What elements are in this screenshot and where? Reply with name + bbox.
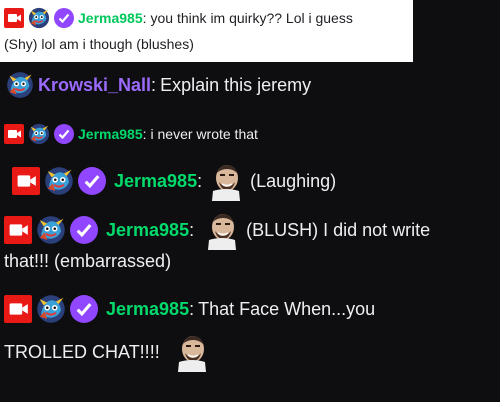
- message-text: you think im quirky?? Lol i guess: [150, 10, 353, 26]
- separator: :: [197, 170, 203, 191]
- chat-message-4: Jerma985 : (Laughing): [0, 155, 500, 207]
- message-text-continued: TROLLED CHAT!!!!: [4, 341, 160, 362]
- subscriber-badge-icon[interactable]: [28, 123, 50, 145]
- subscriber-badge-icon[interactable]: [28, 7, 50, 29]
- username[interactable]: Jerma985: [78, 10, 143, 26]
- camera-badge-icon[interactable]: [4, 8, 24, 28]
- chat-message-5: Jerma985 : (BLUSH) I did not write that!…: [0, 205, 500, 285]
- username[interactable]: Krowski_Nall: [38, 75, 151, 96]
- verified-badge-icon[interactable]: [78, 167, 106, 195]
- separator: :: [189, 219, 195, 240]
- chat-message-1: Jerma985 : you think im quirky?? Lol i g…: [0, 0, 413, 62]
- message-text-continued: that!!! (embarrassed): [4, 251, 172, 271]
- separator: :: [142, 126, 147, 142]
- separator: :: [151, 74, 157, 95]
- subscriber-badge-icon[interactable]: [36, 215, 66, 245]
- verified-badge-icon[interactable]: [54, 8, 74, 28]
- username[interactable]: Jerma985: [106, 220, 189, 241]
- message-text: (Laughing): [250, 170, 337, 191]
- username[interactable]: Jerma985: [106, 299, 189, 320]
- separator: :: [142, 10, 147, 26]
- verified-badge-icon[interactable]: [70, 216, 98, 244]
- subscriber-badge-icon[interactable]: [36, 294, 66, 324]
- chat-message-3: Jerma985 : i never wrote that: [0, 118, 500, 152]
- message-text: i never wrote that: [150, 126, 258, 142]
- username[interactable]: Jerma985: [114, 171, 197, 192]
- message-text: Explain this jeremy: [160, 74, 312, 95]
- message-text: (BLUSH) I did not write: [246, 219, 431, 240]
- subscriber-badge-icon[interactable]: [44, 166, 74, 196]
- message-text-continued: (Shy) lol am i though (blushes): [4, 36, 194, 52]
- separator: :: [189, 298, 195, 319]
- jerma-face-emote: [206, 160, 246, 202]
- jerma-face-emote: [202, 209, 242, 251]
- chat-message-2: Krowski_Nall : Explain this jeremy: [0, 62, 500, 108]
- subscriber-badge-icon[interactable]: [6, 71, 34, 99]
- chat-message-6: Jerma985 : That Face When...you TROLLED …: [0, 286, 500, 402]
- camera-badge-icon[interactable]: [4, 295, 32, 323]
- username[interactable]: Jerma985: [78, 126, 143, 142]
- camera-badge-icon[interactable]: [4, 216, 32, 244]
- camera-badge-icon[interactable]: [12, 167, 40, 195]
- jerma-face-emote: [172, 331, 212, 373]
- verified-badge-icon[interactable]: [54, 124, 74, 144]
- message-text: That Face When...you: [198, 298, 376, 319]
- verified-badge-icon[interactable]: [70, 295, 98, 323]
- camera-badge-icon[interactable]: [4, 124, 24, 144]
